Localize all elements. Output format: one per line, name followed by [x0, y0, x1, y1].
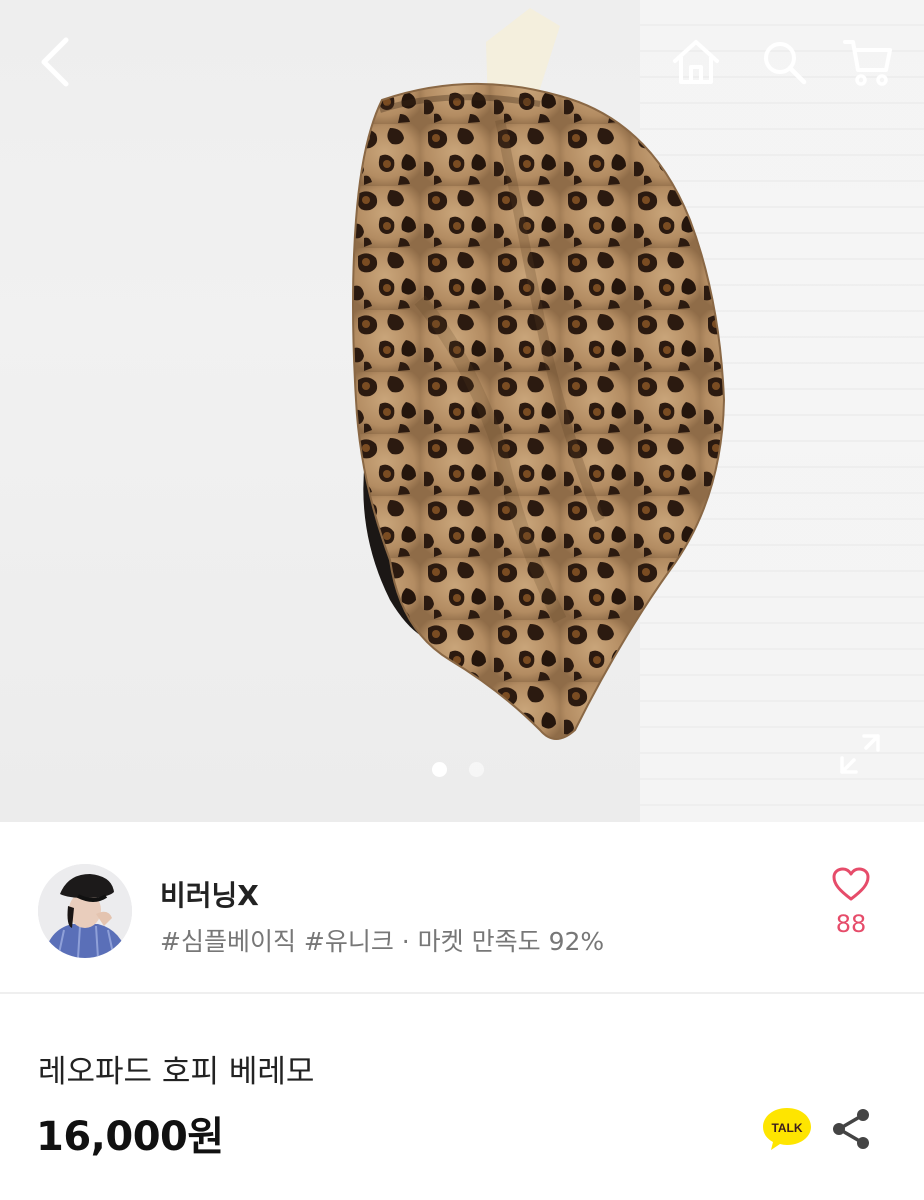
avatar-image [38, 864, 132, 958]
home-icon [673, 40, 719, 84]
chevron-left-icon [41, 37, 69, 87]
talk-label: TALK [771, 1121, 802, 1135]
seller-tags: #심플베이직 #유니크 · 마켓 만족도 92% [160, 927, 605, 956]
product-title: 레오파드 호피 베레모 [38, 1054, 315, 1090]
home-button[interactable] [666, 32, 726, 92]
share-button[interactable] [828, 1106, 874, 1152]
search-button[interactable] [754, 32, 814, 92]
back-button[interactable] [26, 32, 86, 92]
search-icon [764, 42, 807, 85]
seller-info[interactable]: 비러닝X #심플베이직 #유니크 · 마켓 만족도 92% 88 [0, 822, 924, 994]
kakao-talk-share-button[interactable]: TALK [760, 1104, 814, 1152]
carousel-dot-active[interactable] [432, 762, 447, 777]
carousel-dot[interactable] [469, 762, 484, 777]
product-image-carousel[interactable] [0, 0, 924, 822]
cart-button[interactable] [838, 32, 898, 92]
kakao-talk-icon: TALK [763, 1108, 811, 1150]
share-icon [833, 1109, 869, 1149]
heart-icon [832, 867, 870, 901]
cart-icon [843, 40, 892, 86]
seller-name[interactable]: 비러닝X [160, 874, 259, 914]
like-count: 88 [835, 910, 867, 938]
seller-avatar[interactable] [38, 864, 132, 958]
product-photo [352, 8, 726, 740]
like-button[interactable]: 88 [818, 866, 884, 938]
expand-icon [840, 734, 880, 774]
expand-image-button[interactable] [836, 730, 884, 778]
carousel-indicator [432, 762, 484, 777]
product-price: 16,000원 [36, 1114, 224, 1160]
